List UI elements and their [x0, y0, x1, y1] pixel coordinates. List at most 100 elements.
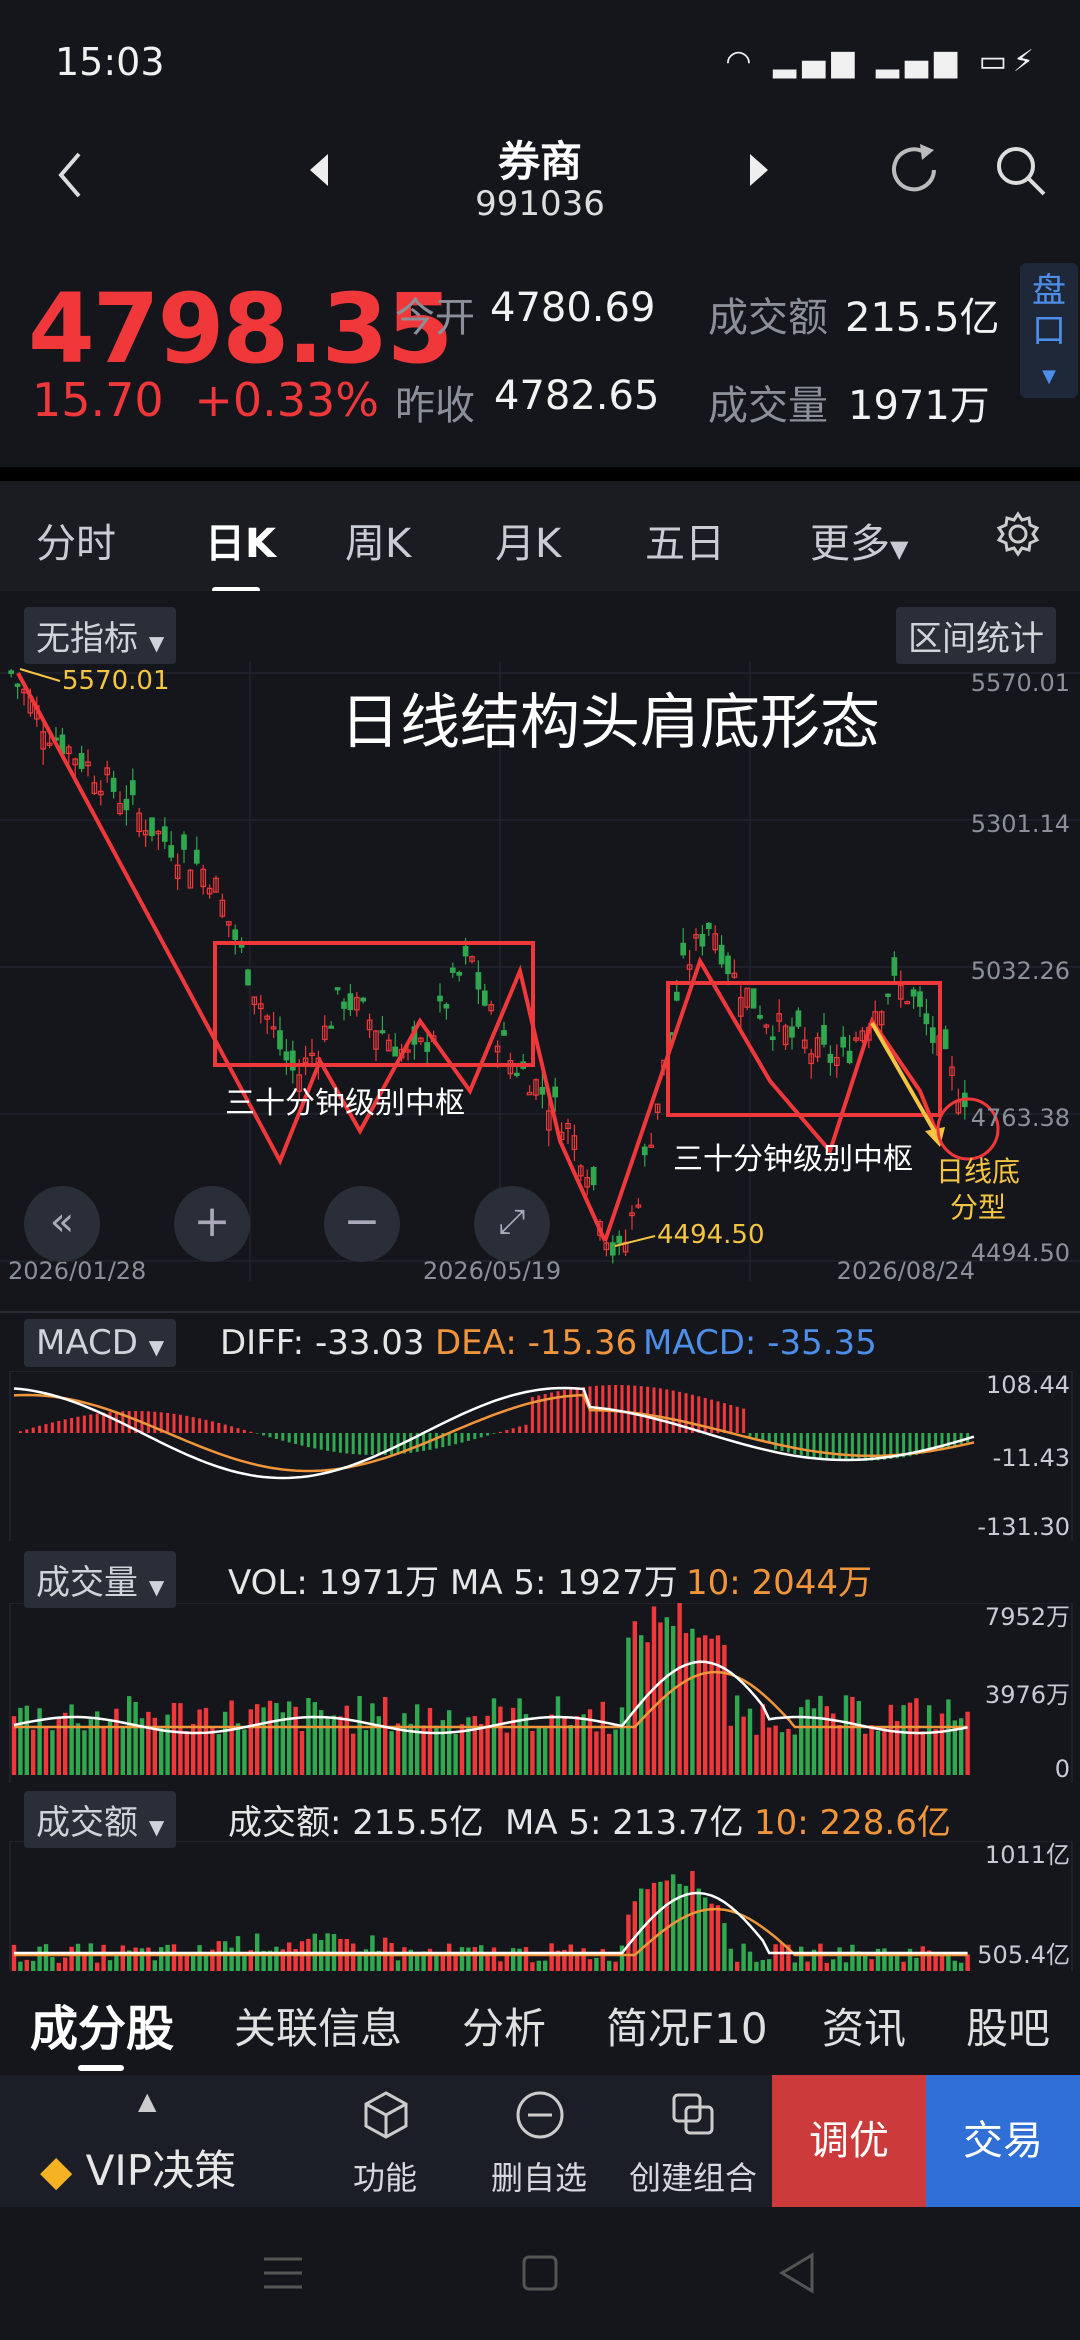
- tab-analysis[interactable]: 分析: [462, 1995, 546, 2056]
- amount-bar: [799, 1946, 804, 1971]
- macd-tick-label: -11.43: [993, 1444, 1070, 1472]
- candle-body: [129, 780, 136, 796]
- volume-bar: [75, 1723, 81, 1775]
- macd-value: MACD: -35.35: [643, 1323, 877, 1363]
- volume-bar: [331, 1715, 337, 1775]
- amount-bar: [440, 1953, 445, 1971]
- volume-bar: [159, 1728, 164, 1775]
- volume-bar: [741, 1716, 746, 1775]
- amount-bar: [402, 1947, 407, 1971]
- candle-body: [942, 1029, 949, 1050]
- rewind-button[interactable]: «: [24, 1186, 100, 1262]
- amount-bar: [152, 1960, 157, 1971]
- tab-five-day[interactable]: 五日: [645, 511, 725, 569]
- tab-more[interactable]: 更多▼: [810, 511, 908, 569]
- macd-select[interactable]: MACD ▼: [24, 1319, 177, 1367]
- volume-bar: [901, 1705, 906, 1775]
- tab-intraday[interactable]: 分时: [36, 511, 116, 569]
- volume-bar: [395, 1723, 401, 1775]
- volume-bar: [491, 1698, 497, 1775]
- search-icon[interactable]: [992, 142, 1048, 198]
- amount-bar: [472, 1947, 477, 1971]
- menu-icon[interactable]: [262, 2253, 304, 2293]
- volume-bar: [754, 1734, 759, 1775]
- minus-icon: −: [343, 1196, 381, 1247]
- caret-down-icon: ▼: [148, 1335, 165, 1359]
- volume-bar: [127, 1696, 132, 1775]
- amount-select[interactable]: 成交额 ▼: [24, 1791, 177, 1848]
- tab-related-info[interactable]: 关联信息: [234, 1995, 402, 2056]
- trend-line-right: [603, 956, 942, 1242]
- settings-gear-icon[interactable]: [995, 511, 1041, 557]
- amount-chart[interactable]: 1011亿 505.4亿: [0, 1841, 1080, 1971]
- volume-bar: [907, 1702, 913, 1775]
- tab-constituents[interactable]: 成分股: [30, 1989, 174, 2059]
- volume-bar: [523, 1714, 529, 1775]
- create-portfolio-button[interactable]: 创建组合: [618, 2075, 768, 2207]
- bottom-label-2: 分型: [950, 1191, 1006, 1224]
- trade-button[interactable]: 交易: [926, 2075, 1080, 2207]
- amount-bar: [696, 1888, 701, 1971]
- candle-body: [552, 1086, 559, 1098]
- volume-select[interactable]: 成交量 ▼: [24, 1551, 177, 1608]
- tab-daily[interactable]: 日K: [205, 511, 276, 569]
- vol-ma10: 10: 2044万: [686, 1563, 873, 1603]
- annotation-title: 日线结构头肩底形态: [340, 688, 880, 758]
- candle-body: [616, 1235, 623, 1244]
- battery-icon: ▭⚡: [978, 44, 1040, 79]
- next-stock-icon[interactable]: [748, 152, 770, 188]
- vip-button[interactable]: ▲ ◆ VIP决策: [0, 2075, 306, 2207]
- tab-weekly[interactable]: 周K: [345, 511, 411, 569]
- zoom-out-button[interactable]: −: [324, 1186, 400, 1262]
- zoom-in-button[interactable]: +: [174, 1186, 250, 1262]
- amount-bar: [466, 1947, 471, 1971]
- fullscreen-button[interactable]: ⤢: [474, 1186, 550, 1262]
- chart-period-tabs: 分时 日K 周K 月K 五日 更多▼: [0, 481, 1080, 593]
- wifi-icon: ◠: [725, 44, 758, 79]
- volume-bar: [914, 1698, 919, 1775]
- macd-tick-label: -131.30: [977, 1513, 1070, 1541]
- amount-bar: [229, 1947, 234, 1971]
- volume-bar: [683, 1633, 689, 1775]
- candle-body: [277, 1030, 283, 1050]
- range-stats-button[interactable]: 区间统计: [896, 607, 1056, 664]
- volume-bar: [165, 1714, 170, 1775]
- tab-monthly[interactable]: 月K: [495, 511, 561, 569]
- volume-bar: [613, 1729, 618, 1775]
- tab-f10[interactable]: 简况F10: [606, 1995, 768, 2056]
- function-button[interactable]: 功能: [310, 2075, 460, 2207]
- candle-body: [481, 990, 488, 1006]
- pankou-button[interactable]: 盘口 ▼: [1020, 263, 1078, 398]
- tune-button[interactable]: 调优: [772, 2075, 926, 2207]
- volume-bar: [728, 1725, 733, 1775]
- amount-bar: [888, 1956, 893, 1971]
- chart-area: 无指标 ▼ 区间统计 5570.01 5301.14 5032.26 4763.38 4…: [0, 591, 1080, 1971]
- tab-news[interactable]: 资讯: [822, 1995, 906, 2056]
- remove-watchlist-button[interactable]: 删自选: [464, 2075, 614, 2207]
- macd-diff: DIFF: -33.03: [220, 1323, 425, 1363]
- macd-chart[interactable]: 108.44 -11.43 -131.30: [0, 1371, 1080, 1541]
- amount-bar: [651, 1882, 657, 1971]
- candle-body: [795, 1010, 802, 1027]
- remove-watchlist-label: 删自选: [490, 2159, 587, 2197]
- candle-body: [443, 1004, 450, 1009]
- macd-name: MACD: [36, 1323, 138, 1363]
- candlestick-chart[interactable]: 5570.015301.145032.264763.384494.502026/…: [0, 661, 1080, 1281]
- volume-bar: [747, 1708, 753, 1775]
- back-nav-icon[interactable]: [776, 2251, 816, 2295]
- volume-bar: [69, 1704, 74, 1775]
- vip-diamond-icon: ◆: [40, 2146, 73, 2195]
- volume-bar: [895, 1720, 900, 1775]
- volume-bar: [287, 1701, 292, 1775]
- indicator-select[interactable]: 无指标 ▼: [24, 607, 177, 664]
- tab-forum[interactable]: 股吧: [966, 1995, 1050, 2056]
- pivot-box-right: [666, 981, 942, 1117]
- vol-ma5-line: [13, 1660, 968, 1735]
- home-icon[interactable]: [520, 2253, 560, 2293]
- volume-bar: [568, 1725, 573, 1775]
- open-value: 4780.69: [490, 285, 656, 331]
- refresh-icon[interactable]: [884, 140, 944, 200]
- volume-bar: [216, 1734, 221, 1775]
- caret-down-icon: ▼: [890, 535, 909, 563]
- volume-chart[interactable]: 7952万 3976万 0: [0, 1603, 1080, 1783]
